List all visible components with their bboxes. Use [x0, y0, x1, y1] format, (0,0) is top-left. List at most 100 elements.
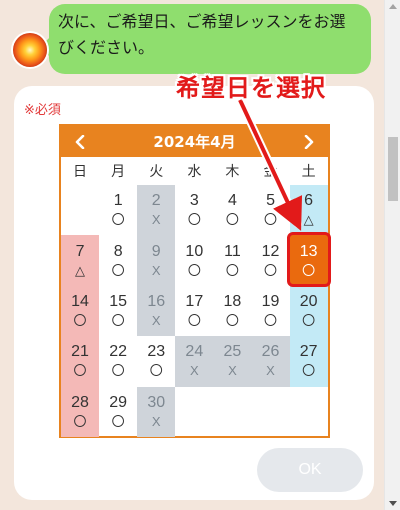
calendar-day-30: 30 X	[137, 386, 176, 437]
weekday-label: 月	[111, 164, 126, 180]
calendar-day-6[interactable]: 6 △	[289, 185, 328, 236]
day-number: 30	[147, 393, 166, 411]
availability-mark: 〇	[111, 363, 125, 379]
month-label: 2024年4月	[153, 133, 236, 151]
availability-mark: 〇	[111, 262, 125, 278]
calendar-day-22[interactable]: 22 〇	[99, 336, 137, 386]
ok-button[interactable]: OK	[257, 448, 363, 492]
calendar-day-10[interactable]: 10 〇	[175, 235, 213, 285]
calendar-day-9: 9X	[137, 235, 176, 286]
day-number: 24	[185, 343, 204, 361]
availability-mark: X	[228, 363, 237, 379]
day-number: 18	[223, 292, 242, 310]
calendar-day-15[interactable]: 15 〇	[99, 286, 137, 336]
availability-mark: 〇	[302, 363, 316, 379]
calendar-day-3[interactable]: 3〇	[175, 185, 213, 235]
calendar-day-2: 2X	[137, 185, 176, 236]
calendar-empty-cell	[251, 387, 289, 437]
day-number: 1	[113, 192, 123, 210]
prev-month-button[interactable]	[65, 126, 95, 157]
weekday-label: 水	[187, 164, 202, 180]
calendar-day-26: 26 X	[251, 336, 290, 387]
calendar-day-19[interactable]: 19 〇	[251, 286, 289, 336]
weekday-label: 火	[149, 164, 164, 180]
day-number: 28	[71, 393, 89, 411]
day-number: 23	[147, 343, 166, 361]
availability-mark: 〇	[111, 413, 125, 429]
calendar-day-20[interactable]: 20 〇	[289, 285, 328, 337]
availability-mark: X	[151, 413, 161, 429]
calendar-day-14[interactable]: 14 〇	[61, 285, 100, 337]
day-number: 16	[147, 292, 166, 310]
day-number: 17	[185, 292, 204, 310]
calendar-empty-cell	[175, 387, 213, 437]
calendar-day-27[interactable]: 27 〇	[289, 336, 328, 387]
day-number: 4	[227, 192, 237, 210]
calendar-day-1[interactable]: 1〇	[99, 185, 137, 235]
calendar-day-12[interactable]: 12 〇	[251, 235, 289, 285]
day-number: 25	[223, 343, 242, 361]
availability-mark: 〇	[73, 363, 87, 379]
availability-mark: 〇	[111, 212, 125, 228]
availability-mark: 〇	[73, 312, 87, 328]
day-number: 10	[185, 242, 204, 260]
availability-mark: X	[151, 312, 161, 328]
day-number: 11	[224, 242, 241, 260]
next-month-button[interactable]	[294, 126, 324, 157]
calendar-day-7[interactable]: 7 △	[61, 235, 100, 286]
required-label: ※必須	[24, 102, 61, 117]
availability-mark: 〇	[187, 312, 201, 328]
calendar-day-16: 16 X	[137, 285, 176, 337]
calendar-day-13[interactable]: 13 〇	[289, 235, 328, 286]
calendar-day-11[interactable]: 11 〇	[213, 235, 251, 285]
calendar-day-18[interactable]: 18 〇	[213, 286, 251, 336]
day-number: 14	[71, 292, 89, 310]
calendar-empty-cell	[290, 387, 328, 437]
calendar-day-29[interactable]: 29 〇	[99, 387, 137, 437]
day-number: 19	[261, 292, 280, 310]
calendar-day-28[interactable]: 28 〇	[61, 386, 100, 437]
availability-mark: 〇	[187, 212, 201, 228]
calendar-day-5[interactable]: 5〇	[251, 185, 289, 235]
day-number: 27	[299, 343, 318, 361]
calendar-day-24: 24 X	[175, 336, 214, 387]
day-number: 5	[266, 192, 275, 210]
day-grid: 1 〇 2 X 3 〇 4 〇 5 〇 6 △ 7 △ 8 〇 9 X 10 〇 11 〇 12 〇 13 〇 14 〇 15 〇 16 X 1…	[61, 185, 328, 437]
day-number: 8	[113, 242, 123, 260]
day-number: 7	[75, 242, 85, 260]
availability-mark: 〇	[111, 312, 125, 328]
calendar: 2024年4月 日月火水木金土 1 〇 2 X 3 〇 4 〇 5 〇 6 △ 7 △ 8 〇 9 X 10 〇 11 〇…	[59, 124, 330, 438]
calendar-day-25: 25 X	[213, 336, 252, 387]
calendar-day-17[interactable]: 17 〇	[175, 286, 213, 336]
scroll-down-icon[interactable]	[389, 501, 397, 506]
availability-mark: X	[151, 212, 161, 228]
availability-mark: X	[266, 363, 275, 379]
weekday-label: 日	[73, 164, 88, 180]
bot-avatar	[13, 33, 47, 67]
weekday-label: 木	[225, 164, 240, 180]
scroll-thumb[interactable]	[388, 137, 398, 201]
day-number: 6	[304, 192, 314, 210]
availability-mark: 〇	[302, 262, 316, 278]
availability-mark: 〇	[225, 262, 239, 278]
chevron-right-icon	[304, 134, 314, 149]
availability-mark: △	[75, 262, 86, 278]
availability-mark: 〇	[264, 212, 278, 228]
availability-mark: △	[303, 212, 314, 228]
chat-message: 次に、ご希望日、ご希望レッスンをお選びください。	[58, 14, 346, 57]
day-number: 3	[189, 192, 199, 210]
day-number: 26	[261, 343, 280, 361]
availability-mark: 〇	[149, 363, 163, 379]
page-scrollbar[interactable]	[384, 0, 400, 510]
scroll-up-icon[interactable]	[389, 4, 397, 9]
calendar-day-8[interactable]: 8〇	[99, 235, 137, 285]
annotation-label: 希望日を選択	[176, 74, 326, 102]
day-number: 9	[151, 242, 161, 260]
chat-bubble: 次に、ご希望日、ご希望レッスンをお選びください。	[49, 4, 371, 74]
calendar-day-21[interactable]: 21 〇	[61, 336, 100, 387]
day-number: 29	[109, 393, 128, 411]
availability-mark: 〇	[225, 312, 239, 328]
calendar-day-23[interactable]: 23 〇	[137, 336, 175, 386]
calendar-day-4[interactable]: 4〇	[213, 185, 251, 235]
availability-mark: 〇	[264, 312, 278, 328]
